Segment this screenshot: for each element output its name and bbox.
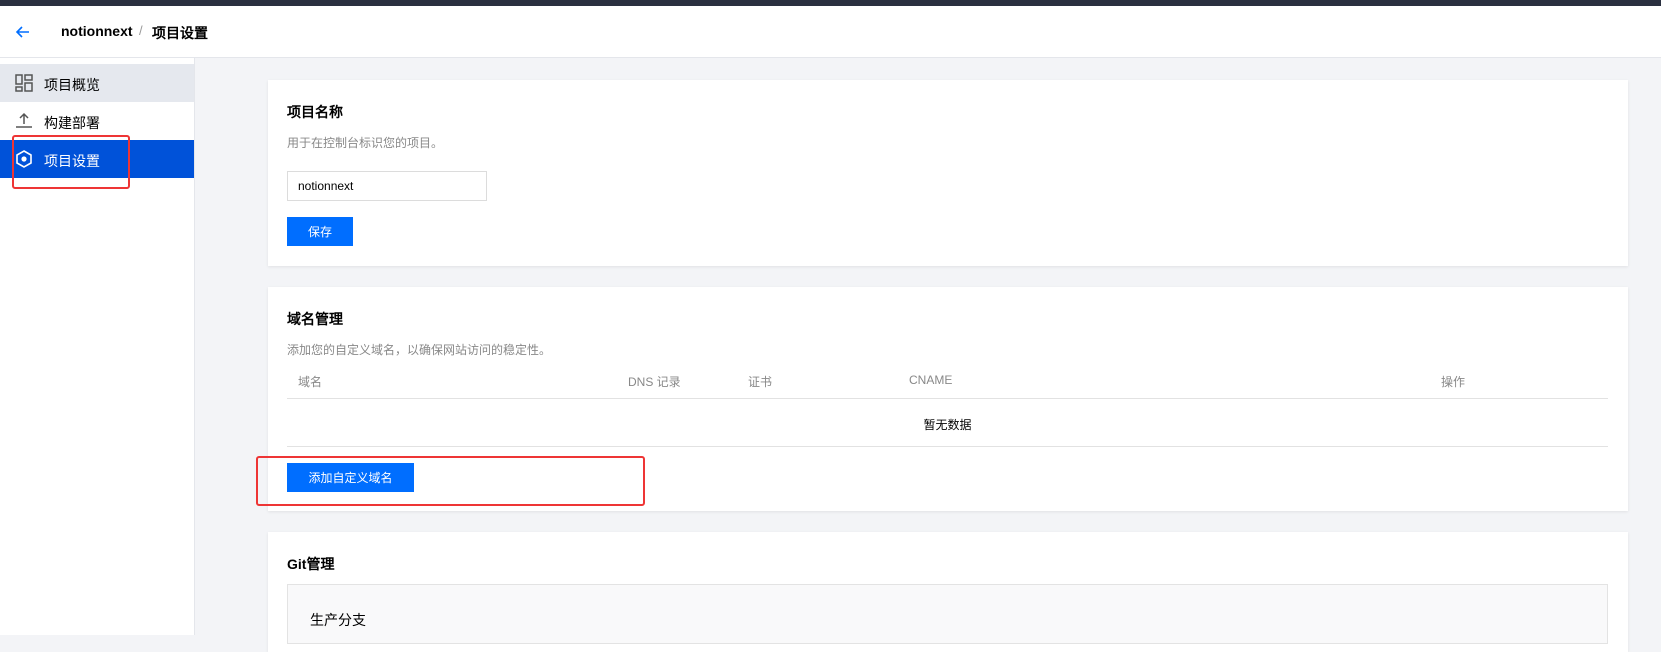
sidebar: 项目概览 构建部署 项目设置	[0, 58, 195, 635]
git-management-card: Git管理 生产分支	[268, 532, 1628, 652]
settings-icon	[16, 150, 32, 168]
sidebar-item-label: 项目概览	[44, 77, 100, 93]
card-description: 添加您的自定义域名，以确保网站访问的稳定性。	[287, 343, 552, 357]
sidebar-item-settings[interactable]: 项目设置	[0, 140, 194, 178]
domain-management-card: 域名管理 添加您的自定义域名，以确保网站访问的稳定性。 域名 DNS 记录 证书…	[268, 287, 1628, 511]
table-divider	[287, 446, 1608, 447]
column-header-domain: 域名	[298, 375, 323, 389]
page-title: 项目设置	[152, 25, 208, 41]
table-divider	[287, 398, 1608, 399]
card-description: 用于在控制台标识您的项目。	[287, 136, 444, 150]
project-name-input[interactable]	[287, 171, 487, 201]
production-branch-label: 生产分支	[310, 612, 366, 628]
column-header-actions: 操作	[1441, 375, 1466, 389]
column-header-certificate: 证书	[748, 375, 773, 389]
page-header: notionnext / 项目设置	[0, 6, 1661, 58]
column-header-dns-record: DNS 记录	[628, 375, 681, 389]
sidebar-item-overview[interactable]: 项目概览	[0, 64, 194, 102]
column-header-cname: CNAME	[909, 373, 953, 387]
project-name-card: 项目名称 用于在控制台标识您的项目。 保存	[268, 80, 1628, 266]
upload-icon	[16, 112, 32, 128]
save-button[interactable]: 保存	[287, 217, 353, 246]
sidebar-item-build-deploy[interactable]: 构建部署	[0, 102, 194, 140]
arrow-left-icon[interactable]	[14, 23, 32, 41]
git-branch-panel: 生产分支	[287, 584, 1608, 644]
sidebar-item-label: 项目设置	[44, 153, 100, 169]
add-custom-domain-button[interactable]: 添加自定义域名	[287, 463, 414, 492]
card-title: Git管理	[287, 556, 335, 572]
card-title: 项目名称	[287, 104, 343, 120]
empty-state-text: 暂无数据	[923, 418, 972, 432]
sidebar-item-label: 构建部署	[44, 115, 100, 131]
dashboard-icon	[15, 74, 33, 92]
card-title: 域名管理	[287, 311, 343, 327]
breadcrumb-project[interactable]: notionnext	[61, 23, 133, 39]
breadcrumb-separator: /	[139, 23, 143, 38]
